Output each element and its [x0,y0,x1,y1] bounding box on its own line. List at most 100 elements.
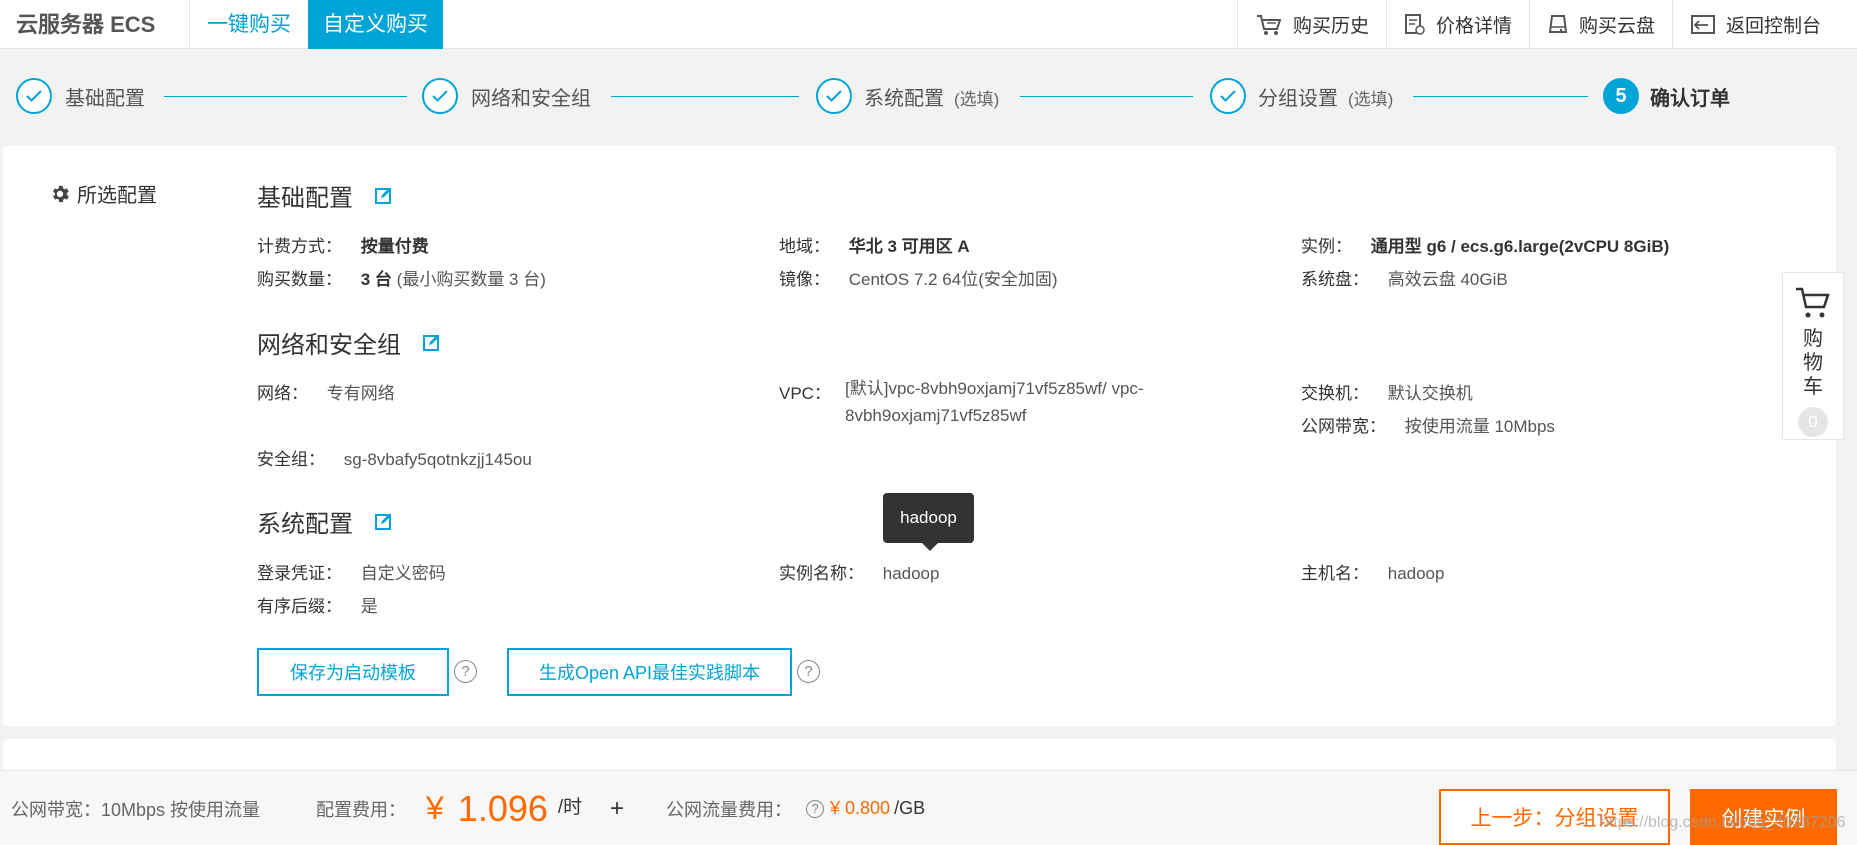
bandwidth-label: 公网带宽： [1301,417,1386,436]
network-type-value: 专有网络 [326,384,395,403]
tab-one-click-buy[interactable]: 一键购买 [190,0,308,49]
plus-sign: + [610,794,625,822]
shopping-cart-float[interactable]: 购物车 0 [1782,272,1844,440]
cart-history-icon [1256,14,1282,35]
openapi-script-help-icon[interactable]: ? [797,660,820,683]
back-to-console-label: 返回控制台 [1725,16,1821,37]
step-connector [164,96,407,97]
step-2-label[interactable]: 网络和安全组 [471,82,591,111]
cart-label: 购物车 [1803,328,1823,398]
billing-method-row: 计费方式： 按量付费 [257,232,429,257]
check-icon [1220,90,1236,102]
save-template-help-icon[interactable]: ? [454,660,477,683]
generate-openapi-script-button[interactable]: 生成Open API最佳实践脚本 [507,648,792,696]
step-connector [1413,96,1588,97]
order-summary-card: 所选配置 基础配置 计费方式： 按量付费 地域： 华北 3 可用区 A 实例： … [3,146,1836,726]
footer-bandwidth: 公网带宽：10Mbps 按使用流量 [11,771,260,845]
step-4-label[interactable]: 分组设置 (选填) [1258,82,1393,111]
selected-config-title: 所选配置 [77,185,157,207]
footer-bandwidth-text: 公网带宽：10Mbps 按使用流量 [11,799,261,820]
instance-name-tooltip: hadoop [883,493,974,551]
edit-basic-config-icon[interactable] [375,187,393,205]
vswitch-value: 默认交换机 [1387,384,1473,403]
billing-method-value: 按量付费 [360,237,429,256]
tooltip-text: hadoop [900,508,957,527]
step-2-done-circle[interactable] [422,78,458,114]
image-value: CentOS 7.2 64位(安全加固) [848,270,1058,289]
price-detail-label: 价格详情 [1435,16,1512,37]
brand-title: 云服务器 ECS [16,12,156,37]
step-3-done-circle[interactable] [816,78,852,114]
security-group-value: sg-8vbafy5qotnkzjj145ou [343,450,532,469]
vswitch-row: 交换机： 默认交换机 [1301,379,1473,404]
instance-type-row: 实例： 通用型 g6 / ecs.g6.large(2vCPU 8GiB) [1301,232,1669,257]
step-connector [611,96,799,97]
security-group-row: 安全组： sg-8vbafy5qotnkzjj145ou [257,445,532,470]
network-section-title: 网络和安全组 [257,325,441,360]
flow-fee: 公网流量费用： ? ¥ 0.800 /GB [666,771,925,845]
price-detail-button[interactable]: 价格详情 [1385,0,1529,49]
login-credential-label: 登录凭证： [257,564,342,583]
plus-sign-wrap: + [610,771,624,845]
buy-disk-label: 购买云盘 [1578,16,1655,37]
step-4-done-circle[interactable] [1210,78,1246,114]
step-3-label[interactable]: 系统配置 (选填) [864,82,999,111]
instance-type-label: 实例： [1301,237,1352,256]
system-disk-label: 系统盘： [1301,270,1369,289]
system-disk-row: 系统盘： 高效云盘 40GiB [1301,265,1508,290]
gear-icon [53,185,69,202]
flow-fee-unit: /GB [894,798,926,818]
step-1-label[interactable]: 基础配置 [65,82,145,111]
billing-method-label: 计费方式： [257,237,342,256]
flow-fee-value: ¥ 0.800 [830,798,891,818]
basic-config-section-title: 基础配置 [257,178,393,213]
ordered-suffix-row: 有序后缀： 是 [257,592,378,617]
hostname-value: hadoop [1387,564,1445,583]
buy-disk-button[interactable]: 购买云盘 [1528,0,1672,49]
vpc-label: VPC： [779,384,831,403]
vswitch-label: 交换机： [1301,384,1369,403]
bandwidth-value: 按使用流量 10Mbps [1404,417,1555,436]
config-fee-label: 配置费用： [316,799,406,820]
network-type-label: 网络： [257,384,308,403]
purchase-history-button[interactable]: 购买历史 [1236,0,1386,49]
instance-name-label: 实例名称： [779,564,864,583]
check-icon [26,90,42,102]
vpc-value: [默认]vpc-8vbh9oxjamj71vf5z85wf/ vpc- 8vbh… [845,375,1144,429]
vpc-value-line-2: 8vbh9oxjamj71vf5z85wf [845,406,1027,425]
step-1-done-circle[interactable] [16,78,52,114]
selected-config-heading: 所选配置 [49,179,157,208]
flow-fee-label: 公网流量费用： [666,799,792,820]
network-title: 网络和安全组 [257,332,401,359]
instance-name-value: hadoop [882,564,940,583]
back-to-console-button[interactable]: 返回控制台 [1671,0,1857,49]
config-fee-value: 1.096 [457,787,548,829]
check-icon [826,90,842,102]
edit-network-icon[interactable] [423,334,441,352]
quantity-min-note: (最小购买数量 3 台) [396,270,546,289]
config-fee-unit: /时 [557,797,583,818]
edit-system-icon[interactable] [375,513,393,531]
top-bar: 云服务器 ECS 一键购买 自定义购买 购买历史 价格详情 购买云盘 返回控制台 [0,0,1857,49]
instance-type-value: 通用型 g6 / ecs.g6.large(2vCPU 8GiB) [1370,237,1670,256]
quantity-value: 3 台 [360,270,392,289]
save-launch-template-button[interactable]: 保存为启动模板 [257,648,449,696]
basic-config-title: 基础配置 [257,185,353,212]
price-detail-icon [1404,13,1425,35]
tab-custom-buy[interactable]: 自定义购买 [308,0,443,49]
cart-icon [1796,287,1830,318]
ordered-suffix-label: 有序后缀： [257,597,342,616]
login-credential-row: 登录凭证： 自定义密码 [257,559,446,584]
config-fee-currency: ¥ [426,790,444,826]
system-disk-value: 高效云盘 40GiB [1387,270,1508,289]
instance-name-row: 实例名称： hadoop [779,559,939,584]
image-row: 镜像： CentOS 7.2 64位(安全加固) [779,265,1058,290]
vpc-value-line-1: [默认]vpc-8vbh9oxjamj71vf5z85wf/ vpc- [845,379,1144,398]
step-progress: 基础配置 网络和安全组 系统配置 (选填) 分组设置 (选填) 5 确认订单 [0,68,1857,128]
step-5-label: 确认订单 [1650,88,1730,110]
flow-fee-help-icon[interactable]: ? [806,799,824,818]
vpc-label-wrap: VPC： [779,379,831,404]
console-back-icon [1690,14,1715,34]
network-type-row: 网络： 专有网络 [257,379,395,404]
price-footer: 公网带宽：10Mbps 按使用流量 配置费用： ¥ 1.096 /时 + 公网流… [0,770,1857,845]
